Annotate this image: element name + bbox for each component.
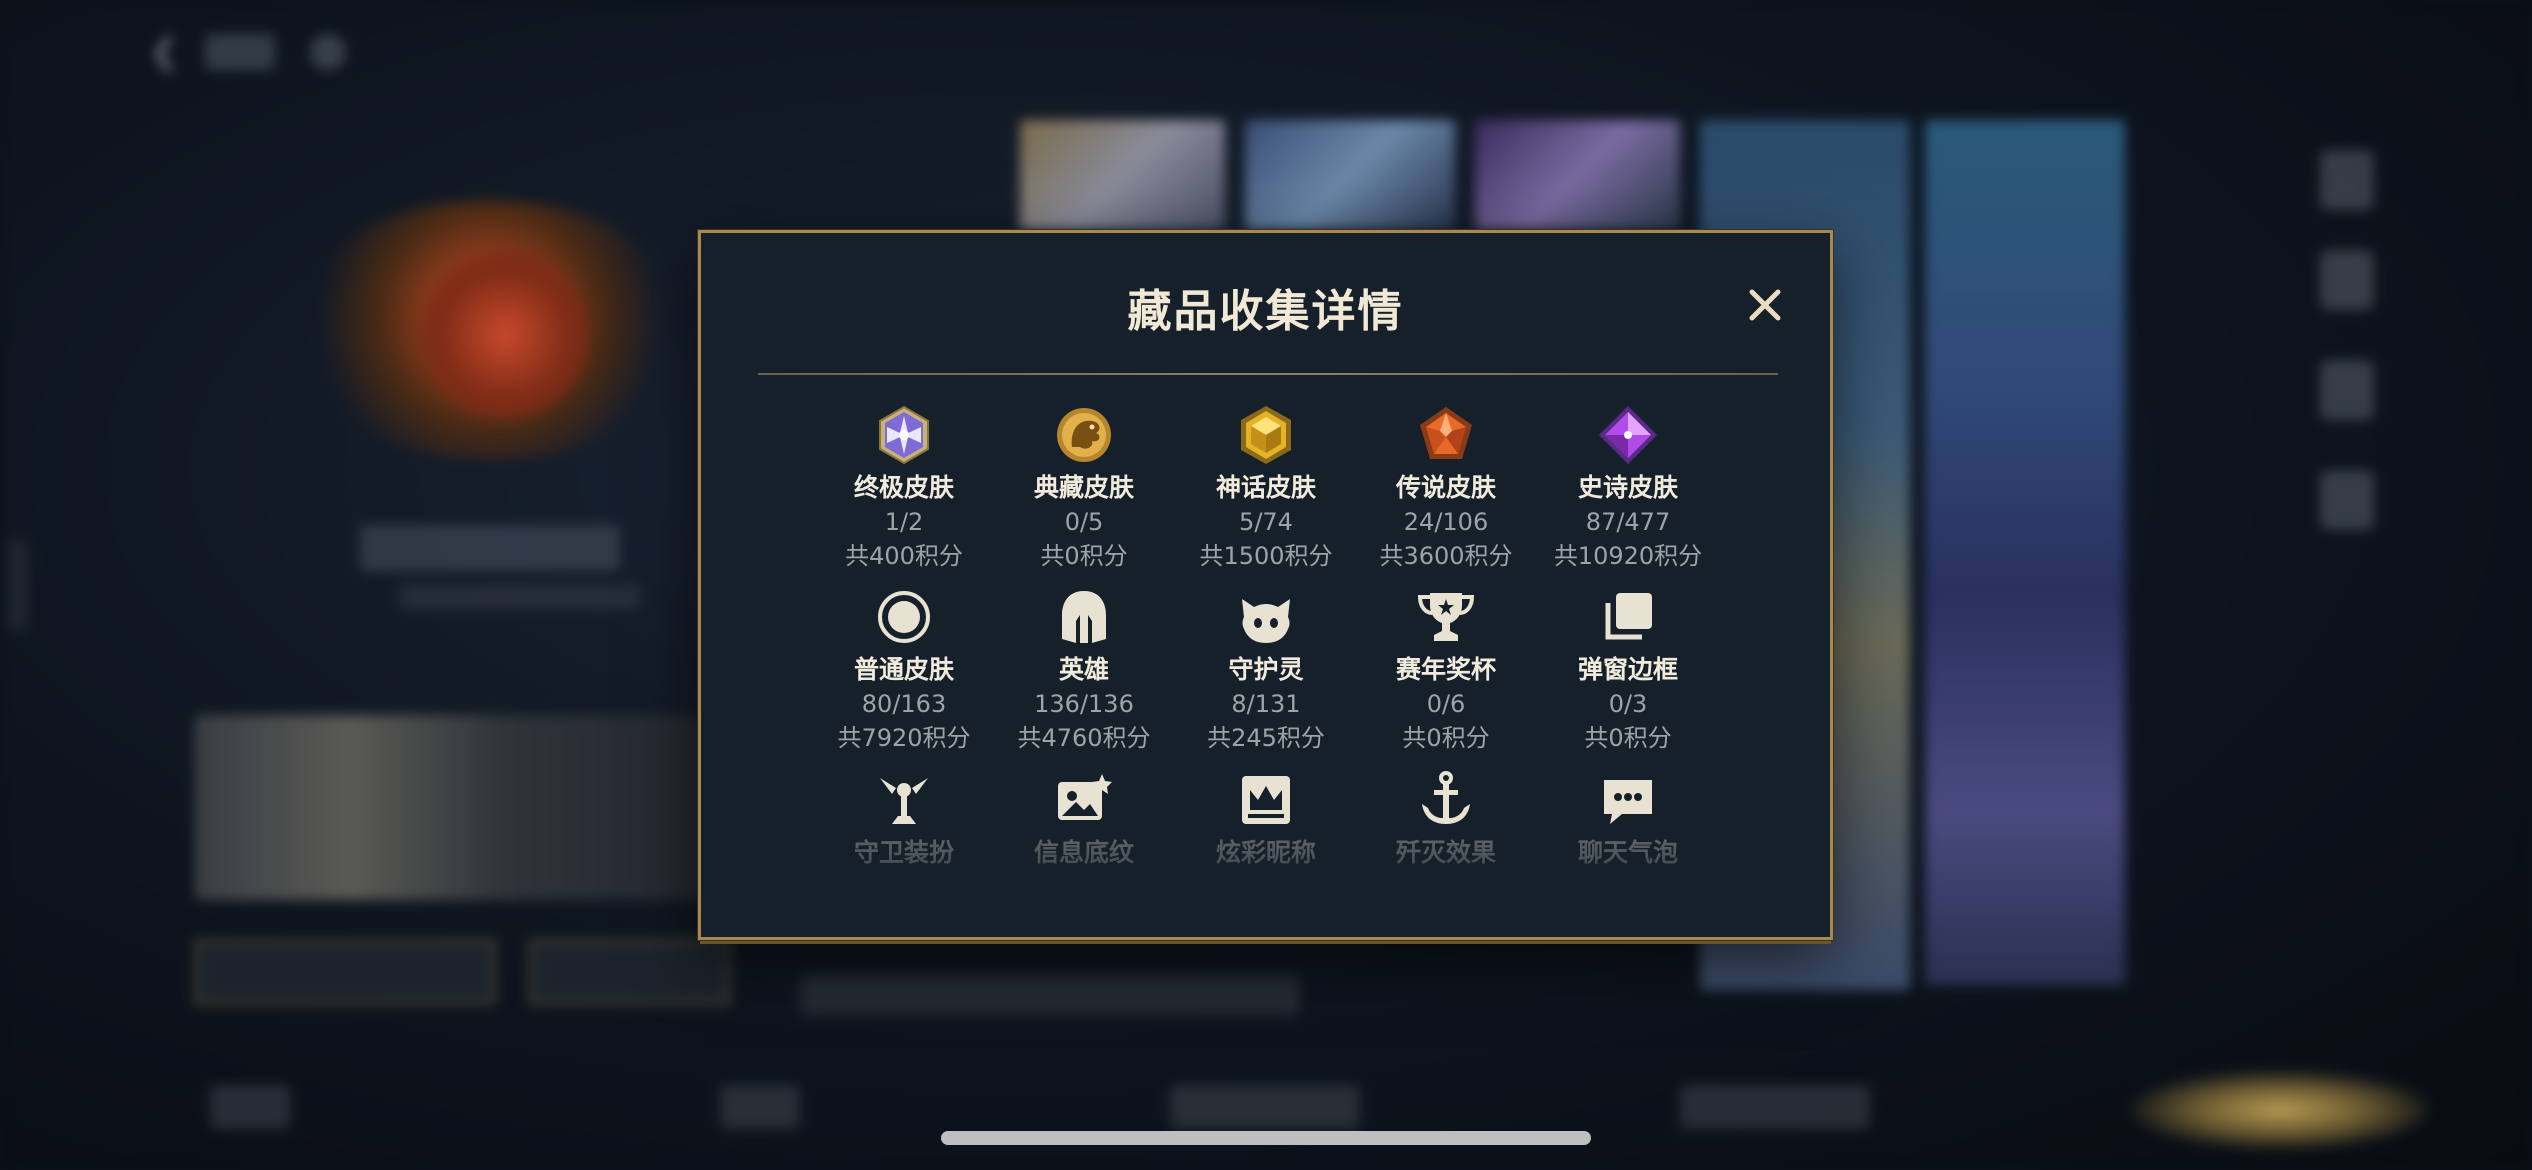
side-rail-icon-blurred [2320, 470, 2374, 530]
modal-title: 藏品收集详情 [1127, 286, 1404, 337]
bottom-nav-item-blurred [1170, 1085, 1360, 1129]
category-name: 赛年奖杯 [1395, 655, 1496, 684]
anchor-icon [1414, 768, 1478, 832]
category-name: 普通皮肤 [853, 655, 954, 684]
bottom-nav-item-blurred [210, 1085, 290, 1129]
category-count: 0/3 [1608, 690, 1648, 718]
side-rail-icon-blurred [2320, 360, 2374, 420]
category-name: 守卫装扮 [853, 838, 954, 867]
category-points: 共400积分 [845, 542, 963, 570]
featured-banner-blurred [195, 715, 715, 900]
close-icon [1749, 289, 1781, 321]
title-divider [758, 373, 1778, 375]
category-count: 136/136 [1034, 690, 1134, 718]
skin-card-blurred [1475, 120, 1680, 230]
collection-category-legendary-skin[interactable]: 传说皮肤 24/106 共3600积分 [1361, 403, 1531, 573]
collection-category-little-legend[interactable]: 守护灵 8/131 共245积分 [1181, 585, 1351, 755]
category-count: 24/106 [1403, 508, 1489, 536]
close-button[interactable] [1741, 281, 1789, 329]
bottom-nav-glow-blurred [2130, 1070, 2430, 1150]
settings-icon-blurred [310, 34, 346, 70]
skin-card-blurred [1020, 120, 1225, 230]
collection-category-epic-skin[interactable]: 史诗皮肤 87/477 共10920积分 [1543, 403, 1713, 573]
category-name: 终极皮肤 [853, 473, 954, 502]
standard-skin-icon [872, 585, 936, 649]
category-count: 8/131 [1231, 690, 1301, 718]
collection-category-treasured-skin[interactable]: 典藏皮肤 0/5 共0积分 [999, 403, 1169, 573]
category-points: 共7920积分 [837, 724, 971, 752]
collection-category-crown-nameplate[interactable]: 炫彩昵称 [1181, 768, 1351, 870]
collection-category-champion-helmet[interactable]: 英雄 136/136 共4760积分 [999, 585, 1169, 755]
collection-category-ultimate-skin[interactable]: 终极皮肤 1/2 共400积分 [819, 403, 989, 573]
bottom-nav-item-blurred [720, 1085, 800, 1129]
collection-category-mythic-skin[interactable]: 神话皮肤 5/74 共1500积分 [1181, 403, 1351, 573]
collection-category-anchor[interactable]: 歼灭效果 [1361, 768, 1531, 870]
trophy-icon [1414, 585, 1478, 649]
collection-category-frame-stack[interactable]: 弹窗边框 0/3 共0积分 [1543, 585, 1713, 755]
back-label-blurred [205, 34, 275, 70]
category-count: 5/74 [1239, 508, 1293, 536]
ward-skin-icon [872, 768, 936, 832]
collection-details-modal: 藏品收集详情 终极皮肤 1/2 共400积分 典藏皮肤 0/5 共0积分 神话皮肤 5/74 共… [698, 230, 1833, 940]
collection-category-standard-skin[interactable]: 普通皮肤 80/163 共7920积分 [819, 585, 989, 755]
skin-card-blurred [1245, 120, 1455, 230]
category-name: 守护灵 [1228, 655, 1304, 684]
collection-category-chat-bubble[interactable]: 聊天气泡 [1543, 768, 1713, 870]
category-count: 1/2 [884, 508, 924, 536]
category-name: 典藏皮肤 [1033, 473, 1134, 502]
category-points: 共0积分 [1402, 724, 1490, 752]
background-tip-blurred [800, 975, 1300, 1015]
bottom-nav-item-blurred [1680, 1085, 1870, 1129]
frame-stack-icon [1596, 585, 1660, 649]
crown-nameplate-icon [1234, 768, 1298, 832]
profile-sub-blurred [400, 585, 640, 609]
side-rail-icon-blurred [2320, 150, 2374, 210]
category-points: 共3600积分 [1379, 542, 1513, 570]
treasured-skin-icon [1052, 403, 1116, 467]
collection-emblem-core-blurred [420, 250, 590, 420]
side-rail-icon-blurred [2320, 250, 2374, 310]
category-points: 共0积分 [1040, 542, 1128, 570]
category-points: 共0积分 [1584, 724, 1672, 752]
profile-name-blurred [360, 525, 620, 571]
category-count: 0/5 [1064, 508, 1104, 536]
category-name: 史诗皮肤 [1577, 473, 1678, 502]
collection-category-ward-skin[interactable]: 守卫装扮 [819, 768, 989, 870]
legendary-skin-icon [1414, 403, 1478, 467]
mythic-skin-icon [1234, 403, 1298, 467]
category-name: 传说皮肤 [1395, 473, 1496, 502]
category-name: 歼灭效果 [1395, 838, 1496, 867]
category-name: 神话皮肤 [1215, 473, 1316, 502]
category-points: 共10920积分 [1553, 542, 1703, 570]
category-count: 87/477 [1585, 508, 1671, 536]
category-name: 信息底纹 [1033, 838, 1134, 867]
category-points: 共245积分 [1207, 724, 1325, 752]
background-button-blurred [195, 940, 495, 1004]
category-name: 聊天气泡 [1577, 838, 1678, 867]
background-button-blurred [530, 940, 730, 1004]
category-points: 共1500积分 [1199, 542, 1333, 570]
home-indicator[interactable] [941, 1131, 1591, 1145]
banner-icon [1052, 768, 1116, 832]
category-points: 共4760积分 [1017, 724, 1151, 752]
champion-helmet-icon [1052, 585, 1116, 649]
category-name: 弹窗边框 [1577, 655, 1678, 684]
side-id-text-blurred [8, 540, 28, 630]
epic-skin-icon [1596, 403, 1660, 467]
category-count: 80/163 [861, 690, 947, 718]
category-name: 炫彩昵称 [1215, 838, 1316, 867]
little-legend-icon [1234, 585, 1298, 649]
category-count: 0/6 [1426, 690, 1466, 718]
collection-category-banner[interactable]: 信息底纹 [999, 768, 1169, 870]
chat-bubble-icon [1596, 768, 1660, 832]
skin-card-blurred [1925, 120, 2125, 985]
ultimate-skin-icon [872, 403, 936, 467]
collection-category-trophy[interactable]: 赛年奖杯 0/6 共0积分 [1361, 585, 1531, 755]
category-name: 英雄 [1058, 655, 1109, 684]
